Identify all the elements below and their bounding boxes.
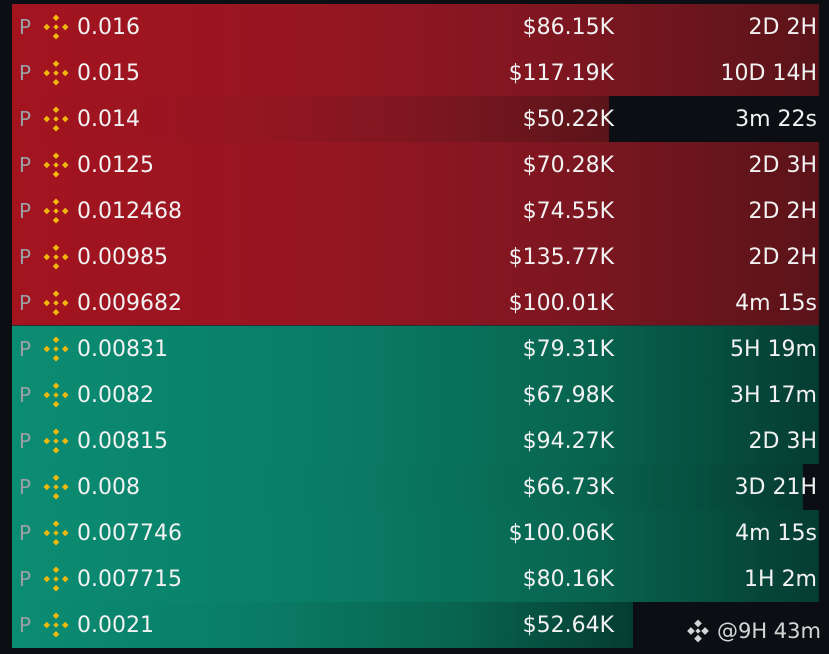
- watermark: @9H 43m: [685, 618, 821, 644]
- order-price: 0.009682: [77, 290, 182, 316]
- order-amount: $74.55K: [522, 198, 614, 224]
- order-row-ask[interactable]: P 0.012468 $74.55K 2D 2H: [12, 188, 819, 234]
- binance-coin-icon: [43, 474, 69, 500]
- order-time: 2D 3H: [748, 152, 817, 178]
- order-price: 0.012468: [77, 198, 182, 224]
- order-price: 0.007715: [77, 566, 182, 592]
- order-time: 4m 15s: [735, 290, 817, 316]
- order-time: 3H 17m: [730, 382, 817, 408]
- order-row-content: P 0.0125 $70.28K 2D 3H: [12, 142, 819, 188]
- order-row-ask[interactable]: P 0.0125 $70.28K 2D 3H: [12, 142, 819, 188]
- order-price: 0.014: [77, 106, 140, 132]
- order-time: 2D 2H: [748, 244, 817, 270]
- order-amount: $67.98K: [522, 382, 614, 408]
- order-row-content: P 0.008 $66.73K 3D 21H: [12, 464, 819, 510]
- row-prefix: P: [19, 383, 32, 407]
- order-row-bid[interactable]: P 0.007746 $100.06K 4m 15s: [12, 510, 819, 556]
- order-row-ask[interactable]: P 0.00985 $135.77K 2D 2H: [12, 234, 819, 280]
- order-row-ask[interactable]: P 0.014 $50.22K 3m 22s: [12, 96, 819, 142]
- order-time: 3D 21H: [734, 474, 817, 500]
- watermark-text: @9H 43m: [716, 619, 821, 643]
- binance-coin-icon: [43, 152, 69, 178]
- binance-logo-icon: [687, 619, 709, 643]
- binance-coin-icon: [43, 290, 69, 316]
- order-price: 0.00815: [77, 428, 168, 454]
- order-row-bid[interactable]: P 0.00831 $79.31K 5H 19m: [12, 326, 819, 372]
- order-time: 2D 2H: [748, 14, 817, 40]
- order-price: 0.0125: [77, 152, 154, 178]
- order-row-bid[interactable]: P 0.00815 $94.27K 2D 3H: [12, 418, 819, 464]
- order-time: 2D 2H: [748, 198, 817, 224]
- order-row-content: P 0.015 $117.19K 10D 14H: [12, 50, 819, 96]
- order-amount: $80.16K: [522, 566, 614, 592]
- order-time: 1H 2m: [744, 566, 817, 592]
- row-prefix: P: [19, 245, 32, 269]
- order-amount: $135.77K: [508, 244, 614, 270]
- binance-coin-icon: [43, 520, 69, 546]
- binance-coin-icon: [43, 60, 69, 86]
- row-prefix: P: [19, 61, 32, 85]
- order-time: 10D 14H: [720, 60, 817, 86]
- order-row-content: P 0.014 $50.22K 3m 22s: [12, 96, 819, 142]
- binance-coin-icon: [43, 14, 69, 40]
- row-prefix: P: [19, 337, 32, 361]
- order-amount: $100.01K: [508, 290, 614, 316]
- order-row-ask[interactable]: P 0.016 $86.15K 2D 2H: [12, 4, 819, 50]
- order-row-bid[interactable]: P 0.007715 $80.16K 1H 2m: [12, 556, 819, 602]
- order-amount: $94.27K: [522, 428, 614, 454]
- order-amount: $50.22K: [522, 106, 614, 132]
- row-prefix: P: [19, 613, 32, 637]
- order-row-content: P 0.00815 $94.27K 2D 3H: [12, 418, 819, 464]
- order-price: 0.00831: [77, 336, 168, 362]
- order-row-content: P 0.007746 $100.06K 4m 15s: [12, 510, 819, 556]
- order-amount: $100.06K: [508, 520, 614, 546]
- order-row-bid[interactable]: P 0.0082 $67.98K 3H 17m: [12, 372, 819, 418]
- order-row-ask[interactable]: P 0.009682 $100.01K 4m 15s: [12, 280, 819, 326]
- order-row-bid[interactable]: P 0.008 $66.73K 3D 21H: [12, 464, 819, 510]
- order-row-content: P 0.016 $86.15K 2D 2H: [12, 4, 819, 50]
- row-prefix: P: [19, 15, 32, 39]
- binance-coin-icon: [43, 428, 69, 454]
- order-amount: $70.28K: [522, 152, 614, 178]
- order-row-content: P 0.00831 $79.31K 5H 19m: [12, 326, 819, 372]
- row-prefix: P: [19, 429, 32, 453]
- order-amount: $79.31K: [522, 336, 614, 362]
- binance-coin-icon: [43, 106, 69, 132]
- order-price: 0.007746: [77, 520, 182, 546]
- order-row-content: P 0.009682 $100.01K 4m 15s: [12, 280, 819, 326]
- order-price: 0.0082: [77, 382, 154, 408]
- order-amount: $66.73K: [522, 474, 614, 500]
- row-prefix: P: [19, 567, 32, 591]
- row-prefix: P: [19, 475, 32, 499]
- order-time: 5H 19m: [730, 336, 817, 362]
- order-row-content: P 0.00985 $135.77K 2D 2H: [12, 234, 819, 280]
- order-price: 0.016: [77, 14, 140, 40]
- order-price: 0.00985: [77, 244, 168, 270]
- order-amount: $117.19K: [508, 60, 614, 86]
- order-price: 0.008: [77, 474, 140, 500]
- row-prefix: P: [19, 107, 32, 131]
- binance-coin-icon: [43, 612, 69, 638]
- order-price: 0.0021: [77, 612, 154, 638]
- order-book: P 0.016 $86.15K 2D 2H P 0.015 $117.19K 10D 14H P…: [12, 4, 819, 654]
- order-price: 0.015: [77, 60, 140, 86]
- order-amount: $86.15K: [522, 14, 614, 40]
- binance-coin-icon: [43, 336, 69, 362]
- row-prefix: P: [19, 521, 32, 545]
- order-time: 4m 15s: [735, 520, 817, 546]
- row-prefix: P: [19, 199, 32, 223]
- order-time: 3m 22s: [735, 106, 817, 132]
- row-prefix: P: [19, 153, 32, 177]
- binance-coin-icon: [43, 244, 69, 270]
- binance-coin-icon: [43, 198, 69, 224]
- order-row-content: P 0.007715 $80.16K 1H 2m: [12, 556, 819, 602]
- order-row-ask[interactable]: P 0.015 $117.19K 10D 14H: [12, 50, 819, 96]
- row-prefix: P: [19, 291, 32, 315]
- order-amount: $52.64K: [522, 612, 614, 638]
- binance-coin-icon: [43, 566, 69, 592]
- order-row-content: P 0.0082 $67.98K 3H 17m: [12, 372, 819, 418]
- order-row-content: P 0.012468 $74.55K 2D 2H: [12, 188, 819, 234]
- binance-coin-icon: [43, 382, 69, 408]
- order-time: 2D 3H: [748, 428, 817, 454]
